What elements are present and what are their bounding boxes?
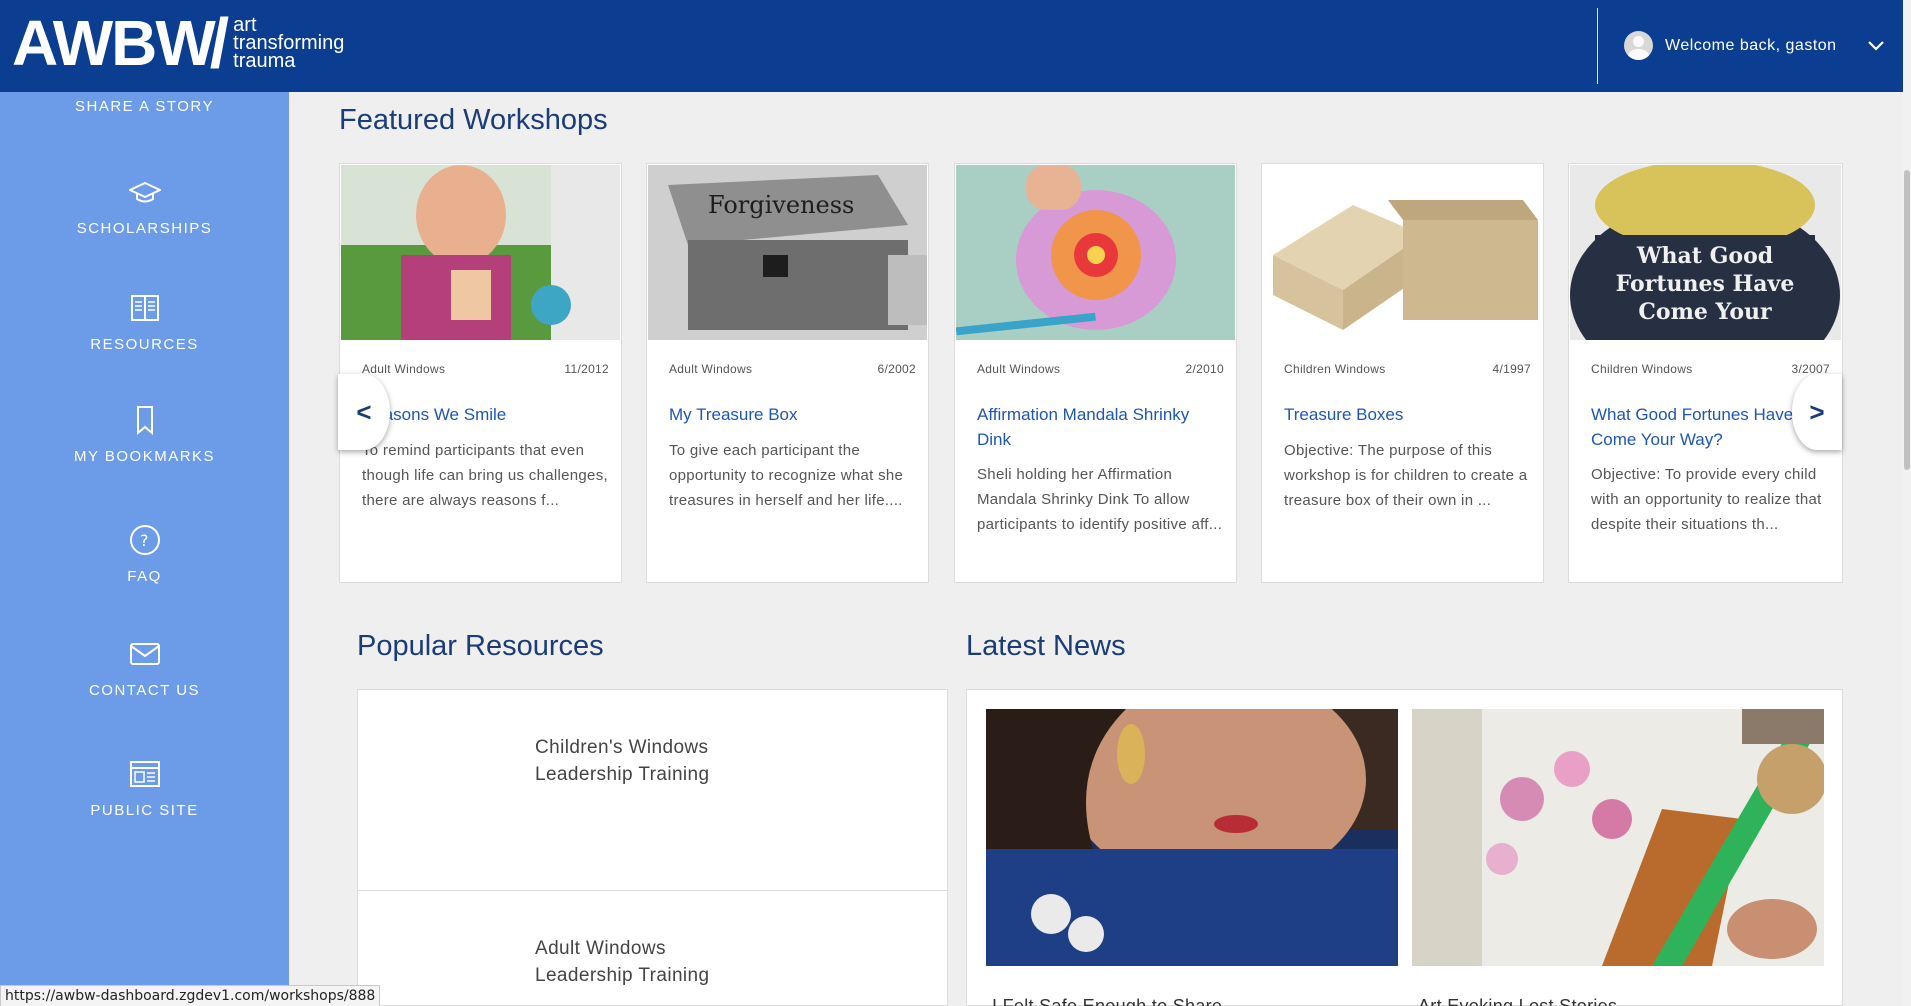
sidebar-item-my-bookmarks[interactable]: MY BOOKMARKS xyxy=(0,404,289,465)
logo-tagline: art transforming trauma xyxy=(233,14,345,72)
sidebar-item-faq[interactable]: ? FAQ xyxy=(0,524,289,585)
chevron-down-icon[interactable] xyxy=(1867,40,1885,51)
workshop-card[interactable]: What Good Fortunes Have Come Your Children… xyxy=(1568,163,1843,583)
graduation-cap-icon xyxy=(128,181,161,203)
chevron-left-icon: < xyxy=(356,396,372,427)
news-title[interactable]: Art Evoking Lost Stories xyxy=(1418,996,1617,1006)
workshop-category: Adult Windows xyxy=(362,362,446,376)
workshop-category: Adult Windows xyxy=(977,362,1061,376)
workshop-title[interactable]: Affirmation Mandala Shrinky Dink xyxy=(977,402,1222,452)
workshop-image: What Good Fortunes Have Come Your xyxy=(1570,165,1841,340)
workshop-card[interactable]: Children Windows 4/1997 Treasure Boxes Ob… xyxy=(1261,163,1544,583)
featured-workshops-title: Featured Workshops xyxy=(339,104,608,136)
svg-text:Fortunes Have: Fortunes Have xyxy=(1616,271,1795,297)
workshop-description: Objective: The purpose of this workshop … xyxy=(1284,442,1528,509)
news-title[interactable]: I Felt Safe Enough to Share xyxy=(992,996,1222,1006)
top-header: AWBW / art transforming trauma Welcome b… xyxy=(0,0,1903,92)
envelope-icon xyxy=(129,643,160,665)
workshop-card[interactable]: Forgiveness Adult Windows 6/2002 My Treas… xyxy=(646,163,929,583)
awbw-logo[interactable]: AWBW / art transforming trauma xyxy=(12,7,345,79)
status-url: https://awbw-dashboard.zgdev1.com/worksh… xyxy=(0,985,381,1006)
workshop-description: To remind participants that even though … xyxy=(362,442,608,509)
workshop-date: 6/2002 xyxy=(877,362,916,376)
sidebar-item-public-site[interactable]: PUBLIC SITE xyxy=(0,758,289,819)
workshop-card[interactable]: Adult Windows 11/2012 Reasons We Smile To… xyxy=(339,163,622,583)
svg-text:?: ? xyxy=(140,531,150,550)
logo-slash: / xyxy=(209,4,230,82)
carousel-next-button[interactable]: > xyxy=(1792,374,1842,450)
resource-title[interactable]: Children's Windows Leadership Training xyxy=(535,734,765,788)
carousel-prev-button[interactable]: < xyxy=(338,374,390,450)
resource-title[interactable]: Adult Windows Leadership Training xyxy=(535,935,765,989)
list-item[interactable]: Children's Windows Leadership Training xyxy=(358,690,947,891)
sidebar: SHARE A STORY SCHOLARSHIPS RESOURCES MY … xyxy=(0,92,289,1006)
popular-resources-title: Popular Resources xyxy=(357,630,604,662)
question-icon: ? xyxy=(129,525,160,555)
svg-text:Come Your: Come Your xyxy=(1638,299,1772,325)
sidebar-item-resources[interactable]: RESOURCES xyxy=(0,292,289,353)
workshop-description: Objective: To provide every child with a… xyxy=(1591,466,1822,533)
chevron-right-icon: > xyxy=(1809,396,1825,427)
news-image[interactable] xyxy=(986,709,1398,966)
header-divider xyxy=(1597,8,1598,84)
latest-news-title: Latest News xyxy=(966,630,1126,662)
workshop-image xyxy=(341,165,620,340)
svg-text:What Good: What Good xyxy=(1636,243,1773,269)
book-icon xyxy=(130,295,159,321)
page-scrollbar[interactable] xyxy=(1903,0,1911,1006)
sidebar-item-share-a-story[interactable]: SHARE A STORY xyxy=(0,98,289,115)
workshop-title[interactable]: My Treasure Box xyxy=(669,402,914,427)
bookmark-icon xyxy=(136,406,153,436)
workshop-image xyxy=(1263,165,1542,340)
avatar xyxy=(1624,31,1653,60)
svg-text:Forgiveness: Forgiveness xyxy=(708,191,854,219)
news-image[interactable] xyxy=(1412,709,1824,966)
workshop-card[interactable]: Adult Windows 2/2010 Affirmation Mandala … xyxy=(954,163,1237,583)
workshop-title[interactable]: Reasons We Smile xyxy=(362,402,607,427)
user-menu[interactable]: Welcome back, gaston xyxy=(1624,31,1885,60)
workshop-date: 2/2010 xyxy=(1185,362,1224,376)
workshop-description: Sheli holding her Affirmation Mandala Sh… xyxy=(977,466,1223,533)
workshop-category: Children Windows xyxy=(1284,362,1386,376)
workshop-image: Forgiveness xyxy=(648,165,927,340)
workshop-date: 11/2012 xyxy=(564,362,609,376)
popular-resources-list: Children's Windows Leadership Training A… xyxy=(357,689,948,1006)
browser-icon xyxy=(129,761,160,787)
logo-wordmark: AWBW xyxy=(12,7,216,79)
workshop-description: To give each participant the opportunity… xyxy=(669,442,904,509)
workshop-category: Adult Windows xyxy=(669,362,753,376)
list-item[interactable]: Adult Windows Leadership Training xyxy=(358,891,947,1006)
sidebar-item-scholarships[interactable]: SCHOLARSHIPS xyxy=(0,176,289,237)
workshop-title[interactable]: Treasure Boxes xyxy=(1284,402,1529,427)
workshop-category: Children Windows xyxy=(1591,362,1693,376)
latest-news-panel: I Felt Safe Enough to Share Art Evoking … xyxy=(966,689,1843,1006)
workshop-image xyxy=(956,165,1235,340)
scrollbar-thumb[interactable] xyxy=(1904,170,1910,470)
welcome-text: Welcome back, gaston xyxy=(1665,36,1837,54)
sidebar-item-contact-us[interactable]: CONTACT US xyxy=(0,638,289,699)
workshop-date: 4/1997 xyxy=(1492,362,1531,376)
